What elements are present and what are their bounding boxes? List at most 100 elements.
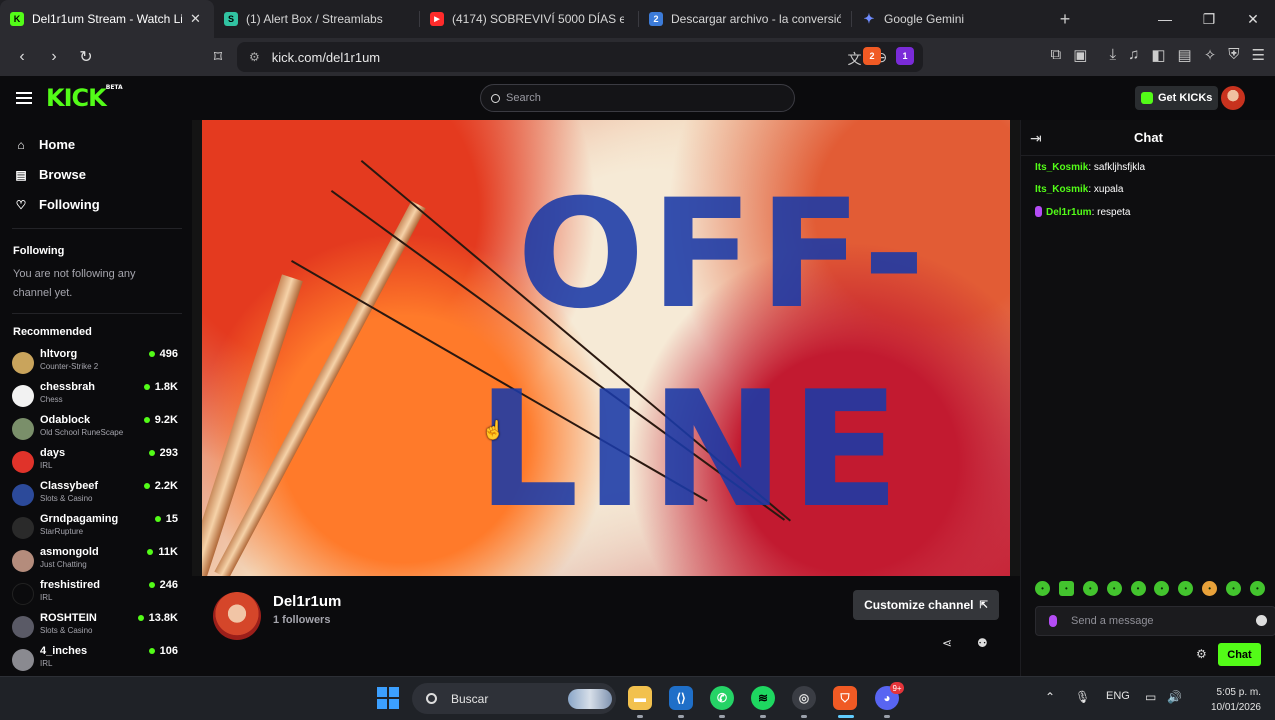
user-avatar[interactable] [1221, 86, 1245, 110]
vpn-icon[interactable]: ⛨ [1228, 46, 1239, 64]
chat-text: safkljhsfjkla [1093, 162, 1146, 173]
sidebar-toggle-icon[interactable]: ◧ [1151, 46, 1165, 64]
channel-avatar[interactable] [213, 592, 261, 640]
microphone-tray-icon[interactable]: 🎙 [1075, 690, 1090, 704]
emote-icon[interactable]: • [1035, 581, 1050, 596]
spotify-icon[interactable]: ≋ [751, 686, 775, 710]
tab-gemini[interactable]: ✦ Google Gemini [852, 0, 1048, 38]
chat-username[interactable]: Del1r1um [1046, 207, 1092, 218]
vscode-icon[interactable]: ⟨⟩ [669, 686, 693, 710]
viewer-count: 11K [147, 546, 178, 558]
emote-icon[interactable]: • [1082, 581, 1098, 596]
system-clock[interactable]: 5:05 p. m. 10/01/2026 [1199, 685, 1261, 715]
search-placeholder: Search [506, 92, 541, 104]
sidebar-item-home[interactable]: ⌂ Home [14, 137, 75, 152]
leo-ai-icon[interactable]: ✧ [1204, 46, 1217, 64]
live-dot-icon [137, 615, 144, 621]
tab-descargar[interactable]: 2 Descargar archivo - la conversión [639, 0, 851, 38]
bookmark-icon[interactable]: ⌑ [204, 43, 232, 71]
brave-shields-icon[interactable]: 2 [863, 47, 881, 65]
tab-title: (1) Alert Box / Streamlabs [246, 12, 383, 26]
chat-input-placeholder: Send a message [1071, 615, 1154, 627]
close-tab-icon[interactable]: ✕ [190, 11, 201, 27]
recommended-channel[interactable]: ROSHTEIN Slots & Casino 13.8K [12, 612, 182, 642]
get-kicks-button[interactable]: Get KICKs [1135, 86, 1219, 110]
search-icon [426, 693, 437, 704]
share-icon[interactable]: ⋖ [942, 636, 952, 650]
viewer-count-value: 15 [165, 513, 178, 525]
emoji-picker-icon[interactable] [1256, 615, 1267, 626]
chat-message: Its_Kosmik: xupala [1035, 184, 1123, 195]
chat-username[interactable]: Its_Kosmik [1035, 184, 1088, 195]
viewer-count: 9.2K [143, 414, 178, 426]
input-language[interactable]: ENG [1106, 690, 1130, 702]
recommended-channel[interactable]: 4_inches IRL 106 [12, 645, 182, 675]
sidebar-item-following[interactable]: ♡ Following [14, 197, 100, 212]
emote-icon[interactable]: • [1106, 581, 1122, 596]
brave-browser-icon[interactable]: ⛉ [833, 686, 857, 710]
sidebar-item-browse[interactable]: ▤ Browse [14, 167, 86, 182]
sidebar-item-label: Following [39, 197, 100, 212]
recommended-channel[interactable]: Classybeef Slots & Casino 2.2K [12, 480, 182, 510]
recommended-channel[interactable]: hltvorg Counter-Strike 2 496 [12, 348, 182, 378]
new-tab-button[interactable]: + [1048, 9, 1082, 30]
close-window-icon[interactable]: ✕ [1231, 0, 1275, 38]
emote-icon[interactable]: • [1154, 581, 1170, 596]
menu-hamburger-icon[interactable] [16, 92, 32, 104]
media-icon[interactable]: ♫ [1128, 46, 1139, 64]
recommended-channel[interactable]: Grndpagaming StarRupture 15 [12, 513, 182, 543]
address-bar[interactable]: ⚙ kick.com/del1r1um 文 ⊖ ⇪ [237, 42, 923, 72]
extensions-icon[interactable]: ⧉ [1051, 46, 1062, 64]
whatsapp-icon[interactable]: ✆ [710, 686, 734, 710]
tab-streamlabs[interactable]: S (1) Alert Box / Streamlabs [214, 0, 419, 38]
windows-start-icon[interactable] [377, 687, 399, 709]
channel-name[interactable]: Del1r1um [273, 593, 341, 610]
maximize-icon[interactable]: ❐ [1187, 0, 1231, 38]
reader-icon[interactable]: ▣ [1073, 46, 1087, 64]
kick-logo[interactable]: KICKBETA [46, 84, 123, 112]
translate-icon[interactable]: 文 [848, 49, 862, 69]
video-player[interactable]: OFF- LINE ☝ [192, 120, 1020, 576]
minimize-icon[interactable]: — [1143, 0, 1187, 38]
back-icon[interactable]: ‹ [8, 43, 36, 71]
reload-icon[interactable]: ↻ [72, 43, 100, 71]
recommended-channel[interactable]: Odablock Old School RuneScape 9.2K [12, 414, 182, 444]
site-info-icon[interactable]: ⚙ [249, 50, 260, 64]
brave-rewards-icon[interactable]: 1 [896, 47, 914, 65]
tab-youtube[interactable]: ▶ (4174) SOBREVIVÍ 5000 DÍAS en M [420, 0, 638, 38]
microphone-icon[interactable] [1049, 615, 1057, 627]
chat-username[interactable]: Its_Kosmik [1035, 162, 1088, 173]
obs-icon[interactable]: ◎ [792, 686, 816, 710]
wallet-icon[interactable]: ▤ [1178, 46, 1192, 64]
emote-icon[interactable]: • [1130, 581, 1146, 596]
recommended-channel[interactable]: asmongold Just Chatting 11K [12, 546, 182, 576]
taskbar-search-label: Buscar [451, 691, 489, 706]
emote-icon[interactable]: • [1058, 581, 1074, 596]
channel-name: asmongold [40, 546, 99, 558]
chat-text: respeta [1097, 207, 1131, 218]
recommended-channel[interactable]: days IRL 293 [12, 447, 182, 477]
downloads-icon[interactable]: ⤓ [1109, 46, 1116, 64]
network-icon[interactable]: ▭ [1145, 690, 1156, 704]
file-explorer-icon[interactable]: ▬ [628, 686, 652, 710]
recommended-channel[interactable]: chessbrah Chess 1.8K [12, 381, 182, 411]
volume-icon[interactable]: 🔊 [1167, 690, 1182, 704]
chat-settings-icon[interactable]: ⚙ [1196, 647, 1207, 661]
viewer-count-value: 293 [159, 447, 178, 459]
emote-icon[interactable]: • [1202, 581, 1218, 596]
tab-kick[interactable]: K Del1r1um Stream - Watch Liv ✕ [0, 0, 214, 38]
chat-message-input[interactable]: Send a message [1035, 606, 1275, 636]
menu-icon[interactable]: ☰ [1252, 46, 1265, 64]
customize-channel-button[interactable]: Customize channel ⇱ [853, 590, 999, 620]
emote-icon[interactable]: • [1249, 581, 1265, 596]
emote-icon[interactable]: • [1226, 581, 1241, 596]
channel-avatar [12, 616, 34, 638]
follow-user-icon[interactable]: ⚉ [977, 636, 988, 650]
forward-icon[interactable]: › [40, 43, 68, 71]
recommended-channel[interactable]: freshistired IRL 246 [12, 579, 182, 609]
show-hidden-icons-icon[interactable]: ⌃ [1045, 690, 1055, 704]
chat-send-button[interactable]: Chat [1218, 643, 1261, 666]
search-input[interactable]: Search [480, 84, 795, 112]
emote-icon[interactable]: • [1178, 581, 1194, 596]
taskbar-search[interactable]: Buscar [412, 683, 616, 714]
